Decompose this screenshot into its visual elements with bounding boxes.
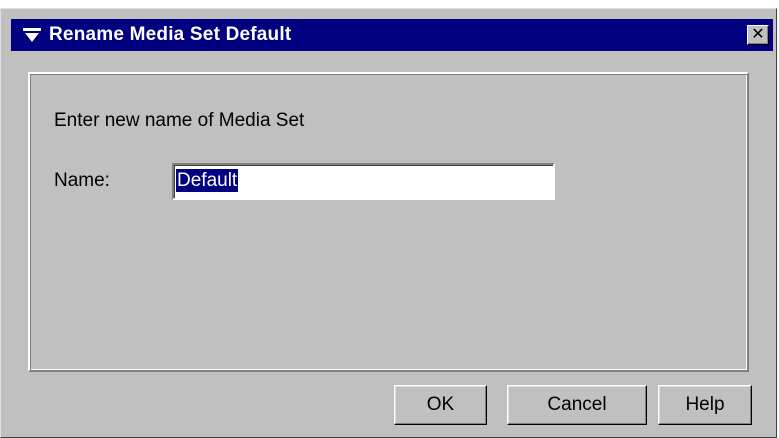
title-bar[interactable]: Rename Media Set Default ✕	[11, 19, 773, 51]
close-x-icon: ✕	[751, 26, 765, 43]
down-triangle-menu-icon	[23, 28, 41, 42]
name-input[interactable]: Default	[172, 163, 555, 200]
name-input-value: Default	[176, 169, 239, 192]
close-button[interactable]: ✕	[747, 25, 769, 45]
cancel-button[interactable]: Cancel	[507, 385, 647, 425]
rename-dialog: Rename Media Set Default ✕	[0, 8, 777, 438]
help-button[interactable]: Help	[658, 385, 752, 425]
prompt-text: Enter new name of Media Set	[54, 110, 305, 131]
ok-button[interactable]: OK	[394, 385, 487, 425]
window-title: Rename Media Set Default	[49, 24, 292, 45]
system-menu-icon[interactable]	[21, 24, 43, 46]
name-label: Name:	[54, 170, 110, 191]
